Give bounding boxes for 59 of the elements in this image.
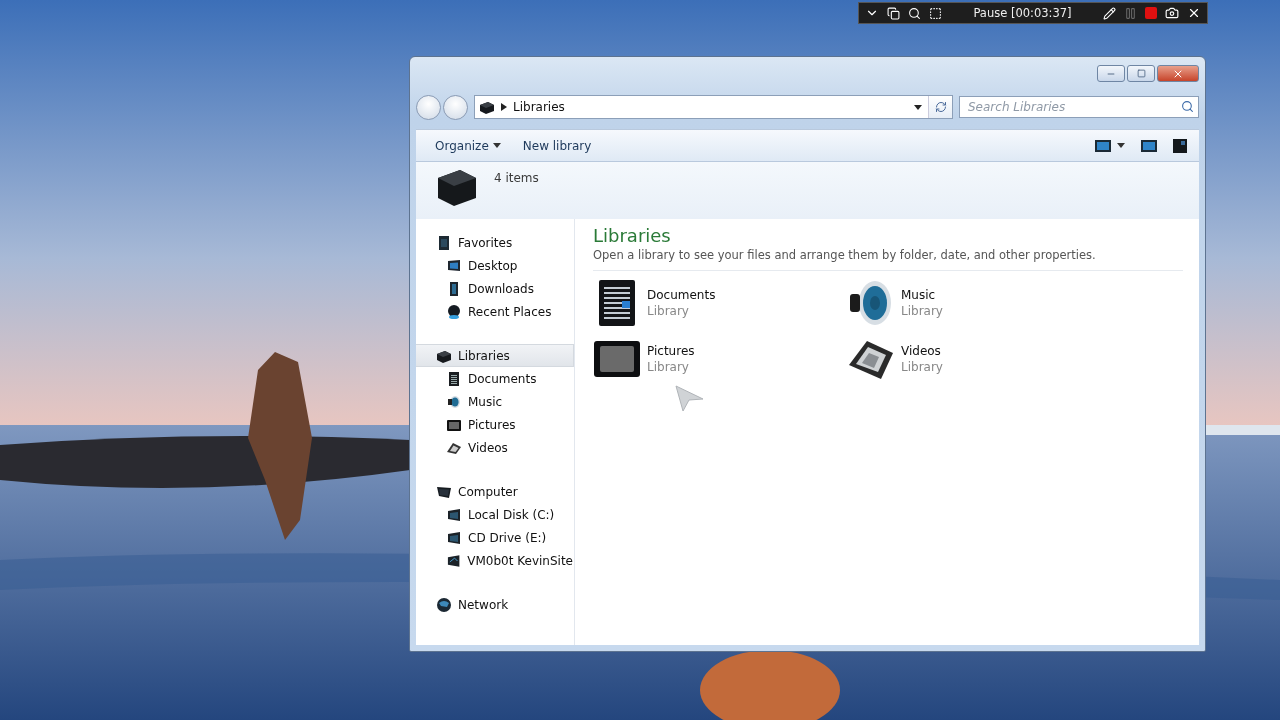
caret-icon[interactable] (914, 104, 922, 110)
monitor-icon (446, 257, 462, 274)
speaker-icon (446, 393, 462, 410)
monitor-icon (1095, 139, 1111, 152)
nav-item[interactable]: Recent Places (416, 300, 574, 323)
refresh-icon (934, 101, 947, 113)
nav-item[interactable]: Libraries (416, 344, 574, 367)
cursor-icon (675, 385, 705, 413)
search-icon[interactable] (908, 6, 921, 20)
close-button[interactable] (1157, 65, 1199, 82)
nav-item[interactable]: Pictures (416, 413, 574, 436)
drive-icon (446, 529, 462, 546)
nav-item[interactable]: Desktop (416, 254, 574, 277)
library-item[interactable]: Documents Library (593, 279, 847, 327)
nav-item[interactable]: Documents (416, 367, 574, 390)
pause-icon[interactable] (1124, 6, 1137, 20)
nav-item[interactable]: Computer (416, 480, 574, 503)
nav-item[interactable]: Music (416, 390, 574, 413)
address-bar[interactable]: Libraries (474, 95, 953, 119)
globe-icon (436, 596, 452, 613)
nav-item[interactable]: VM0b0t KevinSite (416, 549, 574, 572)
nav-item[interactable]: Downloads (416, 277, 574, 300)
refresh-button[interactable] (928, 96, 952, 118)
chevron-icon (501, 103, 507, 111)
monitor-icon (1141, 139, 1157, 152)
box-icon (479, 99, 495, 115)
library-item[interactable]: Videos Library (847, 335, 1101, 383)
toolbar-button[interactable]: New library (513, 134, 601, 157)
drive-icon (446, 506, 462, 523)
library-item[interactable]: Music Library (847, 279, 1101, 327)
caret-icon (1117, 143, 1125, 148)
nav-item[interactable]: Network (416, 593, 574, 616)
camera-icon[interactable] (1165, 6, 1179, 20)
tile-icon (436, 234, 452, 251)
nav-item[interactable]: Videos (416, 436, 574, 459)
page-title: Libraries (593, 225, 672, 246)
search-field[interactable]: Search Libraries (959, 96, 1199, 118)
library-item[interactable]: Pictures Library (593, 335, 847, 383)
close-icon[interactable] (1187, 6, 1201, 20)
region-icon[interactable] (929, 6, 942, 20)
minimize-button[interactable] (1097, 65, 1125, 82)
breadcrumb[interactable]: Libraries (513, 100, 908, 114)
maximize-button[interactable] (1127, 65, 1155, 82)
page-description: Open a library to see your files and arrange them by folder, date, and other properties. (593, 248, 1183, 271)
nav-item[interactable]: Local Disk (C:) (416, 503, 574, 526)
document-icon (446, 370, 462, 387)
caret-icon (492, 143, 501, 148)
record-icon[interactable] (1145, 7, 1157, 19)
orb-icon (446, 303, 462, 320)
recording-status: Pause [00:03:37] (972, 6, 1073, 20)
drive-icon (446, 552, 462, 569)
nav-item[interactable]: Favorites (416, 231, 574, 254)
tile-icon (1173, 138, 1187, 153)
item-count: 4 items (494, 171, 539, 185)
toolbar-button[interactable]: Organize (426, 134, 510, 157)
maximize-icon (1136, 69, 1146, 78)
windows-icon[interactable] (887, 6, 900, 20)
pencil-icon[interactable] (1103, 6, 1116, 20)
nav-item[interactable]: CD Drive (E:) (416, 526, 574, 549)
